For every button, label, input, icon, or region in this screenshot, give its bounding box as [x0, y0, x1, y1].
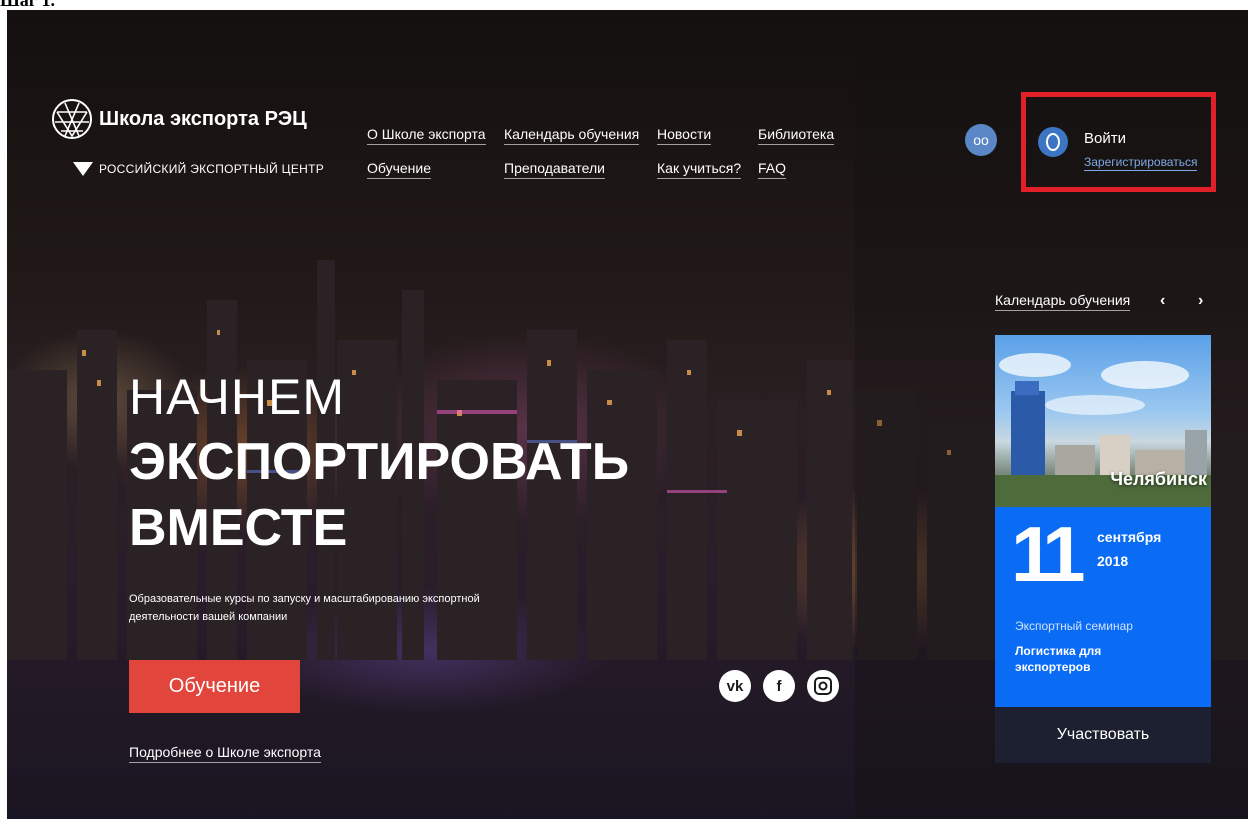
logo-globe-icon [52, 99, 92, 139]
calendar-title[interactable]: Календарь обучения [995, 292, 1131, 311]
nav-about[interactable]: О Школе экспорта [367, 126, 486, 145]
event-type: Экспортный семинар [1015, 619, 1133, 633]
more-about-school-link[interactable]: Подробнее о Школе экспорта [129, 744, 321, 763]
login-highlight-box: Войти Зарегистрироваться [1021, 92, 1216, 192]
hero-subtitle: Образовательные курсы по запуску и масшт… [129, 593, 480, 623]
calendar-next-button[interactable]: › [1198, 292, 1203, 310]
login-link[interactable]: Войти [1084, 130, 1126, 147]
event-card: Челябинск 11 сентября 2018 Экспортный се… [995, 335, 1211, 763]
hero-heading-line3: ВМЕСТЕ [129, 499, 348, 557]
event-info: 11 сентября 2018 Экспортный семинар Логи… [995, 507, 1211, 707]
website-screenshot: Школа экспорта РЭЦ РОССИЙСКИЙ ЭКСПОРТНЫЙ… [7, 10, 1248, 819]
accessibility-glasses-button[interactable]: oo [965, 124, 997, 156]
nav-teachers[interactable]: Преподаватели [504, 160, 605, 179]
nav-news[interactable]: Новости [657, 126, 712, 145]
nav-calendar[interactable]: Календарь обучения [504, 126, 640, 145]
participate-button[interactable]: Участвовать [995, 707, 1211, 763]
register-link[interactable]: Зарегистрироваться [1084, 155, 1198, 171]
instagram-icon[interactable] [807, 670, 839, 702]
city-photo: Челябинск [995, 335, 1211, 507]
logo-subtitle-text: РОССИЙСКИЙ ЭКСПОРТНЫЙ ЦЕНТР [99, 162, 325, 176]
hero-heading-line2: ЭКСПОРТИРОВАТЬ [129, 433, 630, 491]
learning-button[interactable]: Обучение [129, 660, 300, 713]
nav-learning[interactable]: Обучение [367, 160, 432, 179]
event-day: 11 [1011, 510, 1086, 598]
logo-title: Школа экспорта РЭЦ [99, 107, 307, 130]
event-year: 2018 [1097, 553, 1129, 569]
logo[interactable]: Школа экспорта РЭЦ [51, 98, 307, 140]
instagram-glyph [814, 677, 832, 695]
facebook-icon[interactable]: f [763, 670, 795, 702]
vk-icon[interactable]: vk [719, 670, 751, 702]
event-month: сентября [1097, 529, 1162, 545]
event-city: Челябинск [1110, 469, 1207, 489]
glasses-icon: oo [973, 132, 989, 148]
logo-subtitle: РОССИЙСКИЙ ЭКСПОРТНЫЙ ЦЕНТР [73, 162, 324, 176]
user-avatar-icon[interactable] [1038, 127, 1068, 157]
nav-library[interactable]: Библиотека [758, 126, 835, 145]
nav-how-to-learn[interactable]: Как учиться? [657, 160, 742, 179]
triangle-icon [73, 162, 93, 176]
event-topic[interactable]: Логистика для экспортеров [1015, 643, 1175, 675]
hero-heading-line1: НАЧНЕМ [129, 369, 345, 425]
nav-faq[interactable]: FAQ [758, 160, 787, 179]
document-caption: Шаг 1. [0, 0, 55, 8]
calendar-prev-button[interactable]: ‹ [1160, 292, 1165, 310]
